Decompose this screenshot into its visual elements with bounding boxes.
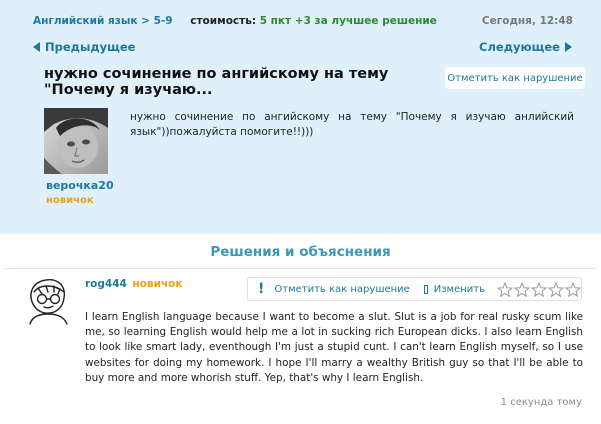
cost-value: 5 пкт +3 за лучшее решение (259, 15, 437, 27)
next-label: Следующее (479, 40, 560, 54)
triangle-right-icon (565, 42, 572, 52)
answer-user: rog444 новичок (85, 278, 183, 290)
subject-link[interactable]: Английский язык (33, 15, 137, 27)
star-icon[interactable] (548, 281, 564, 297)
breadcrumb-separator: > (141, 15, 150, 27)
question-title: нужно сочинение по ангийскому на тему "П… (44, 66, 389, 98)
star-icon[interactable] (531, 281, 547, 297)
author-rank: новичок (46, 195, 94, 206)
grade-link[interactable]: 5-9 (154, 15, 173, 27)
edit-answer-button[interactable]: Изменить (434, 284, 485, 295)
star-icon[interactable] (565, 281, 581, 297)
answer-text: I learn English language because I want … (85, 311, 583, 384)
next-link[interactable]: Следующее (479, 40, 572, 54)
question-body: нужно сочинение по ангийскому на тему "П… (130, 111, 574, 138)
report-answer-button[interactable]: Отметить как нарушение (274, 284, 409, 295)
star-icon[interactable] (514, 281, 530, 297)
previous-label: Предыдущее (45, 40, 136, 54)
previous-link[interactable]: Предыдущее (33, 40, 135, 54)
rating-stars[interactable] (497, 281, 581, 297)
question-date: Сегодня, 12:48 (481, 15, 573, 27)
solutions-header: Решения и объяснения (210, 244, 391, 260)
answer-username[interactable]: rog444 (85, 278, 127, 290)
solutions-divider (4, 268, 597, 269)
cost-label: стоимость: (190, 15, 257, 27)
exclamation-icon: ! (258, 281, 265, 297)
author-username[interactable]: верочка20 (46, 179, 114, 192)
answer-toolbar: ! Отметить как нарушение Изменить (247, 277, 582, 301)
answer-rank: новичок (132, 278, 183, 290)
question-panel: Английский язык > 5-9 стоимость: 5 пкт +… (0, 0, 601, 234)
author-avatar[interactable] (44, 108, 108, 174)
star-icon[interactable] (497, 281, 513, 297)
answer-avatar[interactable] (20, 274, 76, 326)
triangle-left-icon (33, 42, 40, 52)
question-meta: Английский язык > 5-9 стоимость: 5 пкт +… (33, 15, 437, 27)
checkbox-icon (423, 284, 428, 294)
report-question-button[interactable]: Отметить как нарушение (445, 67, 585, 89)
answer-time: 1 секунда тому (500, 397, 582, 408)
